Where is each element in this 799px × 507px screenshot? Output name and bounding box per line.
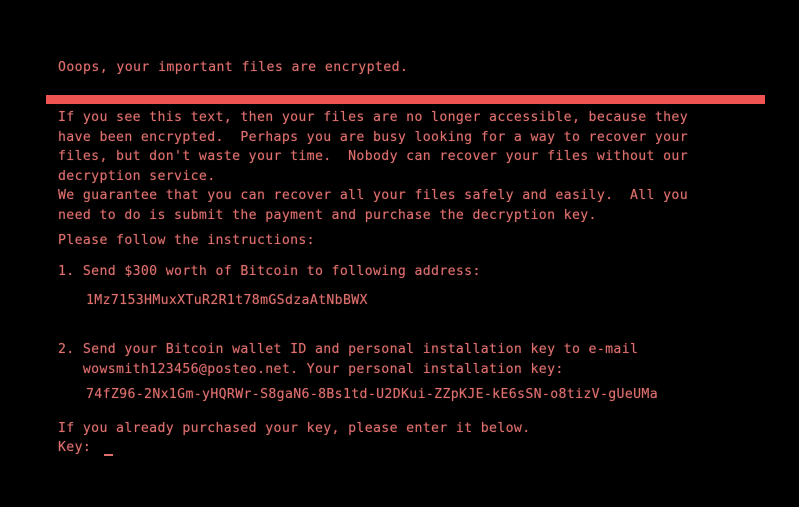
instruction-1-label: 1. Send $300 worth of Bitcoin to followi… [58,264,481,279]
instruction-2-label: 2. Send your Bitcoin wallet ID and perso… [58,342,639,377]
already-purchased-text: If you already purchased your key, pleas… [58,421,531,436]
divider-bar [46,95,765,104]
follow-instructions-heading: Please follow the instructions: [58,233,315,248]
key-prompt-label: Key: [58,440,100,455]
guarantee-paragraph: We guarantee that you can recover all yo… [58,188,689,223]
text-cursor-icon [104,453,114,456]
ransom-note-screen: Ooops, your important files are encrypte… [0,0,799,507]
installation-key[interactable]: 74fZ96-2Nx1Gm-yHQRWr-S8gaN6-8Bs1td-U2DKu… [86,385,658,405]
key-entry-line[interactable]: Key: [58,438,114,458]
bitcoin-address[interactable]: 1Mz7153HMuxXTuR2R1t78mGSdzaAtNbBWX [86,291,368,311]
intro-paragraph: If you see this text, then your files ar… [58,110,689,184]
page-title: Ooops, your important files are encrypte… [58,60,409,75]
